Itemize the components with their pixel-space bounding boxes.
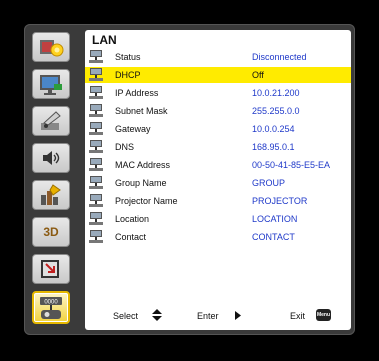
sidebar-item-lamp[interactable] (32, 254, 70, 284)
image-settings-icon (40, 40, 64, 57)
menu-key-icon: Menu (316, 309, 331, 321)
row-value: LOCATION (252, 214, 298, 224)
osd-menu-frame: 3D 0000 LAN Status Disconnected DHCP Off… (24, 24, 355, 335)
menu-row-subnet-mask[interactable]: Subnet Mask 255.255.0.0 (85, 103, 351, 119)
row-value: 00-50-41-85-E5-EA (252, 160, 331, 170)
sidebar-item-volume[interactable] (32, 143, 70, 173)
menu-row-mac-address[interactable]: MAC Address 00-50-41-85-E5-EA (85, 157, 351, 173)
menu-row-projector-name[interactable]: Projector Name PROJECTOR (85, 193, 351, 209)
volume-icon (43, 151, 60, 165)
sidebar-item-setup[interactable] (32, 106, 70, 136)
network-icon (89, 50, 103, 63)
row-value: 10.0.21.200 (252, 88, 300, 98)
sidebar-item-3d[interactable]: 3D (32, 217, 70, 247)
menu-row-dns[interactable]: DNS 168.95.0.1 (85, 139, 351, 155)
row-value: PROJECTOR (252, 196, 308, 206)
row-label: Status (115, 52, 141, 62)
row-value: GROUP (252, 178, 286, 188)
options-icon (41, 184, 61, 205)
menu-row-group-name[interactable]: Group Name GROUP (85, 175, 351, 191)
network-icon (89, 86, 103, 99)
menu-row-ip-address[interactable]: IP Address 10.0.21.200 (85, 85, 351, 101)
menu-row-gateway[interactable]: Gateway 10.0.0.254 (85, 121, 351, 137)
network-icon (89, 194, 103, 207)
menu-row-status[interactable]: Status Disconnected (85, 49, 351, 65)
sidebar-item-lan[interactable]: 0000 (32, 291, 70, 324)
up-down-arrows-icon (152, 309, 162, 321)
sidebar-item-options[interactable] (32, 180, 70, 210)
svg-text:0000: 0000 (44, 299, 58, 305)
select-hint: Select (113, 311, 139, 321)
row-value: CONTACT (252, 232, 295, 242)
network-icon (89, 122, 103, 135)
row-label: DNS (115, 142, 135, 152)
network-icon (89, 230, 103, 243)
network-icon (89, 158, 103, 171)
lan-settings-panel: LAN Status Disconnected DHCP Off IP Addr… (85, 30, 351, 330)
row-label: Group Name (115, 178, 167, 188)
row-value: Off (252, 70, 264, 80)
network-icon (89, 140, 103, 153)
menu-row-dhcp[interactable]: DHCP Off (85, 67, 351, 83)
row-label: Projector Name (115, 196, 178, 206)
page-title: LAN (92, 33, 117, 47)
lamp-icon (41, 260, 59, 278)
row-value: 168.95.0.1 (252, 142, 295, 152)
row-label: Contact (115, 232, 147, 242)
menu-row-location[interactable]: Location LOCATION (85, 211, 351, 227)
exit-hint: Exit (290, 311, 306, 321)
menu-row-contact[interactable]: Contact CONTACT (85, 229, 351, 245)
network-icon (89, 212, 103, 225)
row-label: IP Address (115, 88, 159, 98)
row-label: MAC Address (115, 160, 171, 170)
row-label: Gateway (115, 124, 151, 134)
3d-icon: 3D (43, 225, 59, 239)
network-icon (89, 176, 103, 189)
menu-sidebar: 3D 0000 (29, 30, 75, 330)
lan-icon: 0000 (40, 296, 62, 319)
row-label: DHCP (115, 70, 141, 80)
network-icon (89, 104, 103, 117)
row-value: 255.255.0.0 (252, 106, 300, 116)
enter-hint: Enter (197, 311, 219, 321)
footer-hints: Select Enter Exit Menu (85, 308, 351, 324)
setup-icon (41, 111, 61, 130)
right-arrow-icon (235, 311, 241, 320)
network-icon (89, 68, 103, 81)
display-screen-icon (40, 75, 62, 95)
row-value: 10.0.0.254 (252, 124, 295, 134)
row-label: Subnet Mask (115, 106, 168, 116)
sidebar-item-image[interactable] (32, 32, 70, 62)
row-value: Disconnected (252, 52, 307, 62)
sidebar-item-display[interactable] (32, 69, 70, 99)
row-label: Location (115, 214, 150, 224)
